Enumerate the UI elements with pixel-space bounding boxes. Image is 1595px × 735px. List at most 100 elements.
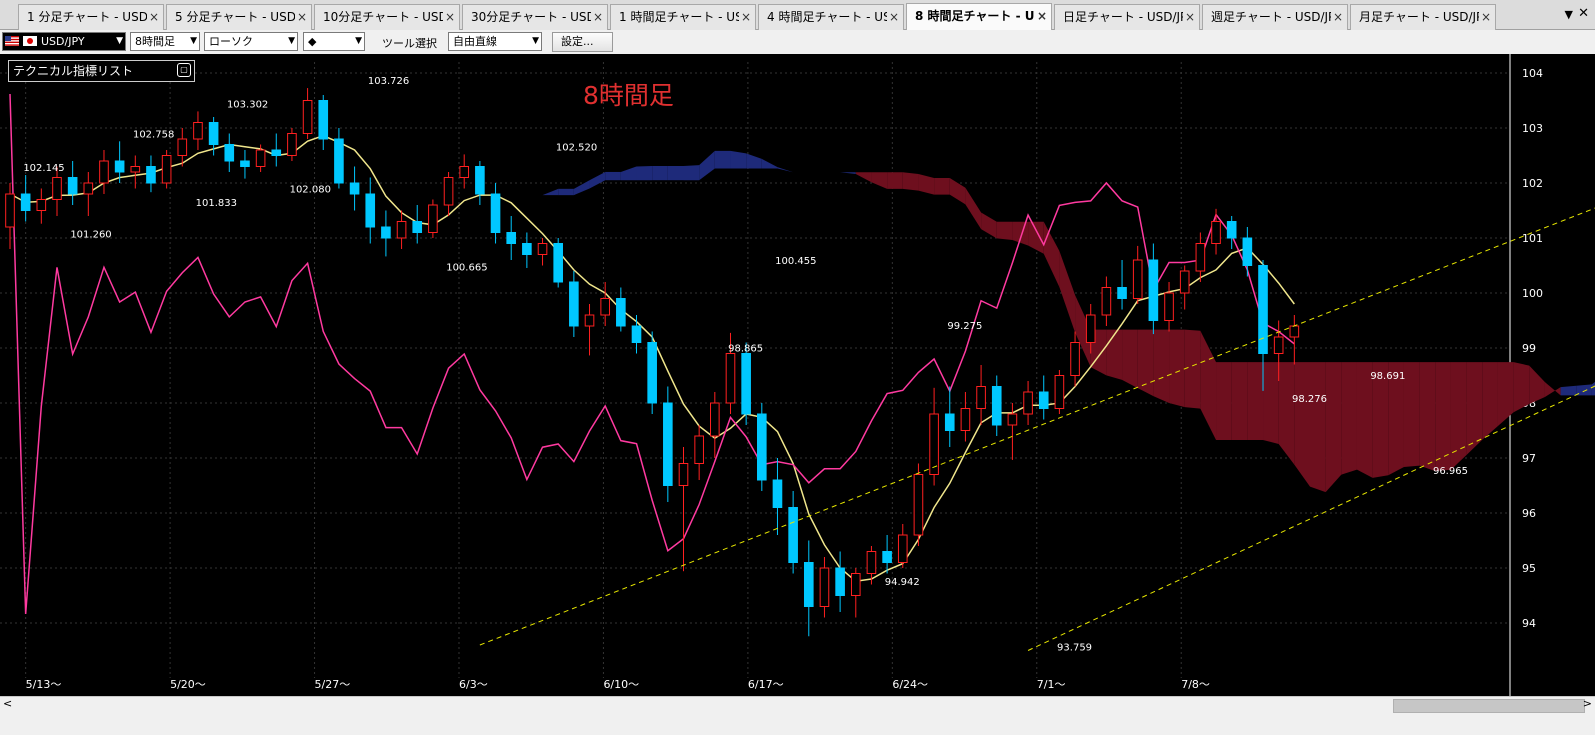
candle-body (835, 567, 845, 596)
tab-close-icon[interactable]: × (889, 5, 899, 30)
ichimoku-cloud (542, 188, 559, 196)
y-tick-label: 96 (1522, 507, 1536, 520)
ichimoku-cloud (1059, 251, 1076, 333)
tab-label: 10分足チャート - USD/JPY (323, 10, 443, 24)
candle-body (1258, 265, 1268, 354)
tab-close-icon[interactable]: × (593, 5, 603, 30)
drawing-tool-select[interactable]: 自由直線 ▼ (448, 32, 542, 51)
tab-close-icon[interactable]: × (149, 5, 159, 30)
scrollbar-thumb[interactable] (1393, 699, 1585, 713)
tab-label: 週足チャート - USD/JPY (1211, 10, 1331, 24)
tab-close-icon[interactable]: × (445, 5, 455, 30)
candlestick-chart[interactable]: 9495969798991001011021031045/13～5/20～5/2… (0, 54, 1595, 696)
tab-3[interactable]: 30分足チャート - USD/JPY× (462, 4, 608, 30)
candle-body (1117, 287, 1127, 299)
tab-menu-icon[interactable]: ▼ (1565, 8, 1573, 21)
horizontal-scrollbar[interactable]: < > (0, 696, 1595, 713)
candle-body (694, 435, 704, 464)
candle-body (616, 298, 626, 327)
ichimoku-cloud (620, 166, 637, 181)
ichimoku-cloud (1294, 362, 1310, 487)
ichimoku-cloud (1310, 362, 1326, 493)
tab-6[interactable]: 8 時間足チャート - USD/JPY× (906, 3, 1052, 30)
candle-body (396, 221, 407, 239)
candle-body (67, 177, 78, 195)
tab-2[interactable]: 10分足チャート - USD/JPY× (314, 4, 460, 30)
candle-body (1054, 375, 1065, 409)
minimize-icon[interactable]: ▢ (177, 63, 191, 77)
tab-close-icon[interactable]: × (1333, 5, 1343, 30)
tab-7[interactable]: 日足チャート - USD/JPY × (1054, 4, 1200, 30)
ichimoku-cloud (1513, 362, 1530, 413)
candle-body (255, 149, 266, 167)
price-annotation: 102.758 (133, 129, 174, 140)
ichimoku-cloud (1497, 362, 1514, 427)
chevron-down-icon: ▼ (355, 36, 362, 46)
x-tick-label: 6/24～ (892, 678, 928, 691)
currency-pair-select[interactable]: USD/JPY ▼ (2, 32, 126, 51)
settings-button[interactable]: 設定... (552, 32, 613, 52)
tab-close-icon[interactable]: × (1481, 5, 1491, 30)
ichimoku-cloud (981, 212, 997, 239)
candle-body (114, 160, 125, 173)
timeframe-select[interactable]: 8時間足 ▼ (130, 32, 200, 51)
tab-close-icon[interactable]: × (297, 5, 307, 30)
tab-0[interactable]: 1 分足チャート - USD/JPY× (18, 4, 164, 30)
ichimoku-cloud (730, 150, 747, 169)
price-annotation: 102.080 (290, 185, 331, 196)
ichimoku-cloud (1153, 329, 1170, 403)
line-style-select[interactable]: ◆ ▼ (303, 32, 365, 51)
price-annotation: 94.942 (885, 577, 920, 588)
ichimoku-cloud (949, 178, 966, 205)
ichimoku-cloud (511, 195, 527, 200)
jp-flag-icon (23, 36, 37, 46)
price-annotation: 101.833 (196, 198, 237, 209)
candle-body (913, 474, 924, 536)
tab-5[interactable]: 4 時間足チャート - USD/JPY× (758, 4, 904, 30)
price-annotation: 96.965 (1433, 466, 1468, 477)
candle-body (631, 325, 642, 343)
x-tick-label: 6/10～ (603, 678, 639, 691)
candle-body (1132, 259, 1143, 299)
y-tick-label: 102 (1522, 177, 1543, 190)
tab-close-icon[interactable]: × (1037, 4, 1047, 29)
tab-close-icon[interactable]: × (1185, 5, 1195, 30)
tab-8[interactable]: 週足チャート - USD/JPY × (1202, 4, 1348, 30)
candle-body (52, 177, 62, 200)
tab-label: 8 時間足チャート - USD/JPY (915, 9, 1035, 23)
ichimoku-cloud (1231, 362, 1248, 440)
ichimoku-cloud (1200, 330, 1217, 440)
ichimoku-cloud (746, 153, 762, 169)
chart-type-select[interactable]: ローソク ▼ (204, 32, 298, 51)
scroll-left-icon[interactable]: < (3, 697, 12, 710)
ichimoku-cloud (1466, 362, 1483, 455)
ichimoku-cloud (777, 167, 794, 173)
chevron-down-icon: ▼ (532, 36, 539, 46)
scroll-right-icon[interactable]: > (1583, 697, 1592, 710)
price-annotation: 103.302 (227, 99, 268, 110)
currency-pair-label: USD/JPY (41, 35, 85, 48)
candle-body (647, 342, 657, 404)
candle-body (1289, 325, 1300, 338)
tool-select-label: ツール選択 (382, 37, 437, 50)
ichimoku-cloud (1560, 385, 1577, 396)
ichimoku-cloud (902, 172, 919, 191)
ichimoku-cloud (714, 150, 731, 169)
tab-close-icon[interactable]: × (741, 5, 751, 30)
candle-body (819, 567, 830, 607)
ichimoku-cloud (573, 180, 590, 196)
technical-indicator-list[interactable]: テクニカル指標リスト ▢ (8, 60, 195, 82)
tab-1[interactable]: 5 分足チャート - USD/JPY× (166, 4, 312, 30)
candle-body (475, 166, 485, 195)
chart-area[interactable]: 9495969798991001011021031045/13～5/20～5/2… (0, 54, 1595, 696)
candle-body (318, 100, 329, 140)
tab-4[interactable]: 1 時間足チャート - USD/JPY× (610, 4, 756, 30)
candle-body (522, 243, 532, 255)
us-flag-icon (5, 36, 19, 46)
ichimoku-cloud (699, 150, 715, 181)
window-close-icon[interactable]: ✕ (1578, 6, 1589, 21)
candle-body (741, 353, 751, 415)
tab-9[interactable]: 月足チャート - USD/JPY × (1350, 4, 1496, 30)
candle-body (1226, 221, 1237, 239)
candle-body (506, 232, 517, 244)
